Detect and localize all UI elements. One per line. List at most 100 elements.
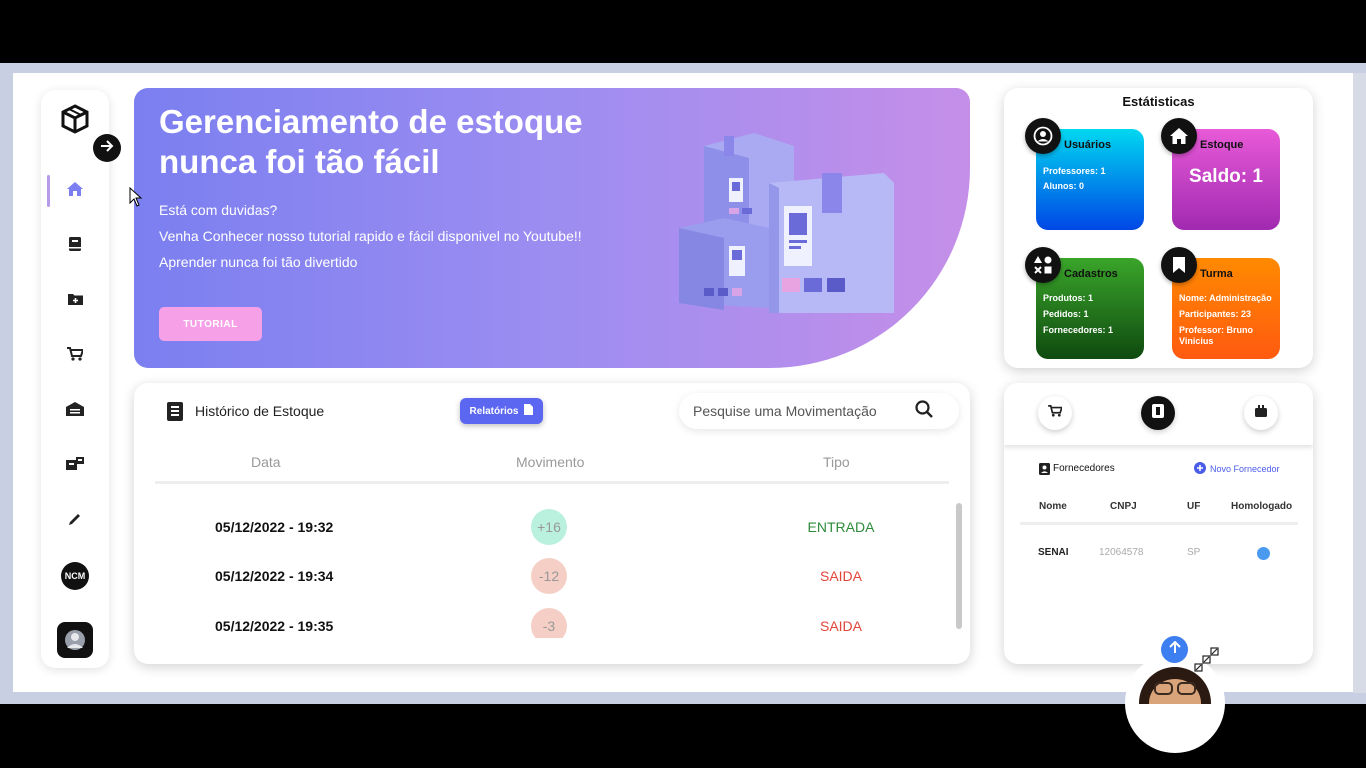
folder-add-icon (67, 292, 83, 310)
column-header-movement: Movimento (516, 454, 585, 470)
sidebar-item-cart[interactable] (41, 338, 109, 374)
stat-registrations-title: Cadastros (1064, 268, 1118, 280)
stat-class-line1: Nome: Administração (1179, 293, 1272, 303)
movement-badge: -12 (531, 558, 567, 594)
clipboard-icon (167, 401, 183, 426)
row-date: 05/12/2022 - 19:35 (215, 618, 334, 634)
row-date: 05/12/2022 - 19:32 (215, 519, 334, 535)
tab-cart[interactable] (1038, 396, 1072, 430)
supplier-uf: SP (1187, 547, 1201, 558)
row-type: SAIDA (819, 618, 862, 634)
bookmark-icon (1161, 247, 1197, 283)
statistics-card: Estátisticas Usuários Professores: 1 Alu… (1004, 88, 1313, 368)
hero-text-line3: Aprender nunca foi tão divertido (159, 254, 358, 270)
hero-banner: Gerenciamento de estoque nunca foi tão f… (134, 88, 970, 368)
ncm-badge: NCM (61, 562, 89, 590)
table-row[interactable]: 05/12/2022 - 19:35 -3 SAIDA (134, 606, 954, 638)
home-icon (1161, 118, 1197, 154)
column-header-name: Nome (1039, 501, 1067, 512)
hero-text-line2: Venha Conhecer nosso tutorial rapido e f… (159, 228, 582, 244)
contact-card-icon (1039, 462, 1050, 480)
column-header-date: Data (251, 454, 281, 470)
boxes-illustration (674, 128, 904, 323)
tab-suppliers[interactable] (1141, 396, 1175, 430)
suppliers-card: Fornecedores Novo Fornecedor Nome CNPJ U… (1004, 383, 1313, 664)
cart-icon (67, 346, 85, 366)
shapes-icon (1025, 247, 1061, 283)
stat-registrations-line1: Produtos: 1 (1043, 293, 1094, 303)
page-scrollbar[interactable] (1353, 73, 1366, 693)
suppliers-header-divider (1020, 522, 1298, 525)
sidebar-item-home[interactable] (41, 173, 109, 209)
reports-label: Relatórios (469, 405, 519, 417)
stat-class-title: Turma (1200, 268, 1233, 280)
pencil-icon (68, 512, 82, 531)
supplier-cnpj: 12064578 (1099, 547, 1144, 558)
row-type: ENTRADA (807, 519, 875, 535)
new-supplier-label: Novo Fornecedor (1210, 464, 1280, 474)
table-row[interactable]: 05/12/2022 - 19:32 +16 ENTRADA (134, 507, 954, 547)
book-icon (69, 236, 81, 256)
sidebar-item-folder[interactable] (41, 283, 109, 319)
search-box (679, 393, 959, 429)
movement-badge: +16 (531, 509, 567, 545)
arrow-up-icon (1168, 640, 1181, 659)
table-row[interactable]: 05/12/2022 - 19:34 -12 SAIDA (134, 556, 954, 596)
suppliers-title: Fornecedores (1053, 463, 1115, 474)
row-date: 05/12/2022 - 19:34 (215, 568, 334, 584)
sidebar-item-profile[interactable] (41, 622, 109, 658)
tab-box[interactable] (1244, 396, 1278, 430)
stat-users-line1: Professores: 1 (1043, 166, 1106, 176)
hero-title-line2: nunca foi tão fácil (159, 143, 440, 180)
sidebar-item-edit[interactable] (41, 503, 109, 539)
user-icon (1025, 118, 1061, 154)
search-input[interactable] (679, 403, 909, 419)
stat-users-title: Usuários (1064, 139, 1112, 151)
stat-stock-title: Estoque (1200, 139, 1244, 151)
building-icon (1152, 403, 1164, 423)
mouse-cursor-icon (129, 186, 143, 212)
hero-title-line1: Gerenciamento de estoque (159, 103, 583, 140)
sidebar-item-warehouse[interactable] (41, 393, 109, 429)
stock-history-card: Histórico de Estoque Relatórios Data Mov… (134, 383, 970, 664)
document-icon (524, 404, 534, 418)
column-header-approved: Homologado (1231, 501, 1293, 512)
sidebar: NCM (41, 90, 109, 668)
stat-class-line3: Professor: Bruno (1179, 325, 1254, 335)
column-header-cnpj: CNPJ (1110, 501, 1137, 512)
warehouse-icon (66, 401, 84, 421)
cart-icon (1048, 404, 1064, 422)
stat-registrations-line2: Pedidos: 1 (1043, 309, 1089, 319)
search-icon[interactable] (915, 399, 933, 423)
sidebar-item-books[interactable] (41, 228, 109, 264)
expand-sidebar-button[interactable] (93, 134, 121, 162)
hero-title: Gerenciamento de estoque nunca foi tão f… (159, 102, 679, 182)
plus-circle-icon (1194, 462, 1206, 476)
history-scrollbar[interactable] (956, 503, 962, 629)
stat-registrations-line3: Fornecedores: 1 (1043, 325, 1114, 335)
movement-badge: -3 (531, 608, 567, 638)
tutorial-button[interactable]: TUTORIAL (159, 307, 262, 341)
new-supplier-button[interactable]: Novo Fornecedor (1194, 462, 1280, 476)
arrow-right-icon (100, 139, 114, 157)
column-header-uf: UF (1187, 501, 1201, 512)
stat-class-line4: Vinicius (1179, 336, 1214, 346)
reports-button[interactable]: Relatórios (460, 398, 543, 424)
history-title: Histórico de Estoque (195, 403, 325, 419)
home-icon (67, 181, 83, 201)
approved-status-dot (1257, 547, 1270, 560)
hero-text-line1: Está com duvidas? (159, 202, 278, 218)
supplier-name: SENAI (1038, 547, 1069, 558)
stat-stock-balance: Saldo: 1 (1189, 166, 1263, 187)
sidebar-item-ncm[interactable]: NCM (41, 558, 109, 594)
resize-handle-icon[interactable] (1193, 646, 1223, 679)
box-icon (1255, 404, 1267, 422)
truck-box-icon (66, 457, 84, 475)
header-divider (155, 481, 949, 484)
stat-users-line2: Alunos: 0 (1043, 181, 1085, 191)
scroll-to-top-button[interactable] (1161, 636, 1188, 663)
sidebar-item-delivery[interactable] (41, 448, 109, 484)
statistics-title: Estátisticas (1122, 94, 1195, 109)
column-header-type: Tipo (823, 454, 850, 470)
cube-logo-icon (60, 104, 90, 134)
